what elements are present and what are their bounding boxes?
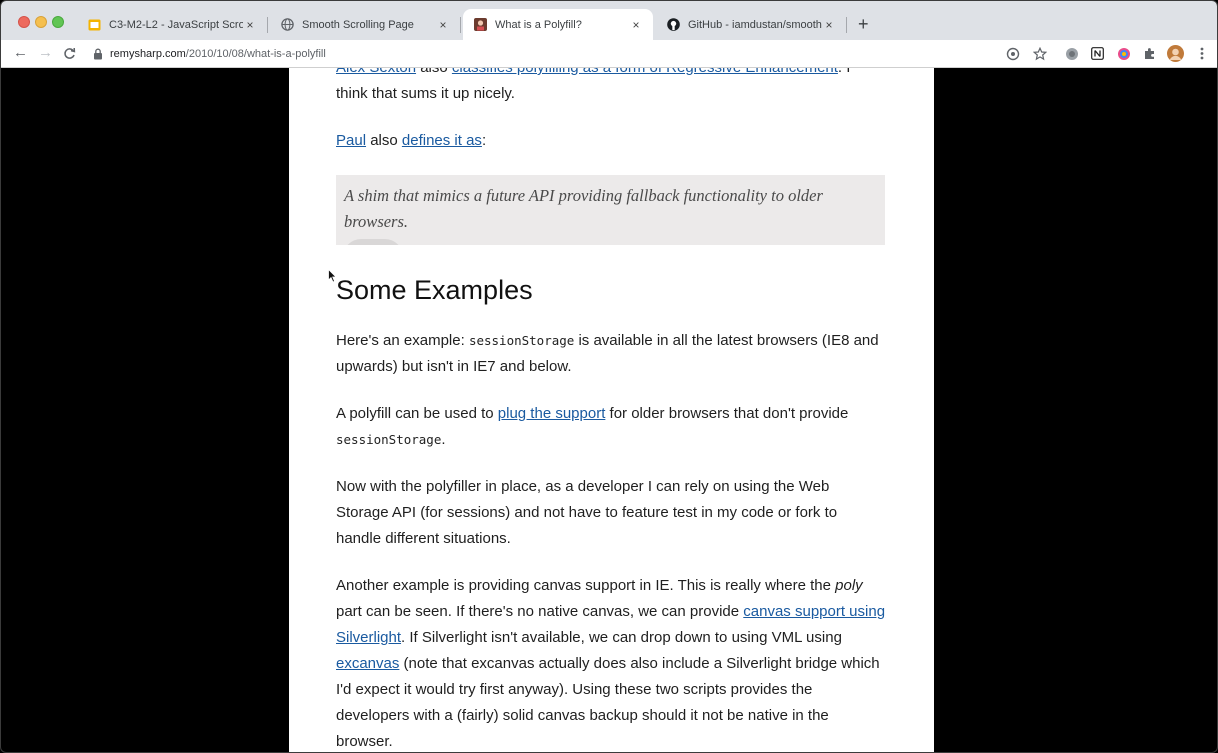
quote-mark-icon bbox=[343, 239, 403, 245]
browser-window: C3-M2-L2 - JavaScript Scroll E × Smooth … bbox=[0, 0, 1218, 753]
close-tab-icon[interactable]: × bbox=[243, 18, 257, 32]
text: A polyfill can be used to bbox=[336, 405, 498, 422]
link-alex-sexton[interactable]: Alex Sexton bbox=[336, 68, 416, 76]
close-tab-icon[interactable]: × bbox=[629, 18, 643, 32]
section-heading: Some Examples bbox=[336, 275, 533, 305]
browser-toolbar: ← → remysharp.com/2010/10/08/what-is-a-p… bbox=[1, 40, 1217, 68]
close-tab-icon[interactable]: × bbox=[436, 18, 450, 32]
mouse-pointer-icon bbox=[328, 269, 337, 283]
link-defines-it-as[interactable]: defines it as bbox=[402, 132, 482, 149]
browser-menu-icon[interactable] bbox=[1194, 46, 1209, 61]
text: . bbox=[441, 431, 446, 448]
slides-icon bbox=[87, 18, 101, 32]
forward-icon[interactable]: → bbox=[38, 45, 53, 61]
close-tab-icon[interactable]: × bbox=[822, 18, 836, 32]
github-icon bbox=[666, 18, 680, 32]
tab-what-is-a-polyfill[interactable]: What is a Polyfill? × bbox=[463, 9, 653, 40]
text: . If Silverlight isn't available, we can… bbox=[401, 629, 842, 646]
color-picker-extension-icon[interactable] bbox=[1116, 46, 1131, 61]
paragraph-canvas: Another example is providing canvas supp… bbox=[336, 573, 886, 752]
web-page: Alex Sexton also classifies polyfilling … bbox=[289, 68, 934, 752]
new-tab-button[interactable]: + bbox=[858, 15, 869, 33]
zoom-window-button[interactable] bbox=[52, 16, 64, 28]
tab-title: Smooth Scrolling Page bbox=[302, 18, 414, 31]
link-regressive-enhancement[interactable]: classifies polyfilling as a form of Regr… bbox=[452, 68, 838, 76]
text: for older browsers that don't provide bbox=[605, 405, 849, 422]
paragraph-paul: Paul also defines it as: bbox=[336, 128, 886, 154]
reload-icon[interactable] bbox=[63, 45, 76, 64]
link-plug-the-support[interactable]: plug the support bbox=[498, 405, 606, 422]
text: Another example is providing canvas supp… bbox=[336, 577, 836, 594]
extensions-puzzle-icon[interactable] bbox=[1142, 46, 1157, 61]
link-excanvas[interactable]: excanvas bbox=[336, 655, 399, 672]
globe-icon bbox=[280, 18, 294, 32]
url-path: /2010/10/08/what-is-a-polyfill bbox=[185, 48, 326, 60]
blockquote: A shim that mimics a future API providin… bbox=[336, 175, 885, 245]
back-icon[interactable]: ← bbox=[13, 45, 28, 61]
tab-strip: C3-M2-L2 - JavaScript Scroll E × Smooth … bbox=[1, 1, 1217, 40]
site-favicon bbox=[473, 18, 487, 32]
tab-title: GitHub - iamdustan/smoothscr bbox=[688, 18, 822, 31]
extension-grey-icon[interactable] bbox=[1064, 46, 1079, 61]
bookmark-star-icon[interactable] bbox=[1032, 46, 1047, 61]
code-session-storage: sessionStorage bbox=[468, 333, 575, 348]
paragraph-polyfiller: Now with the polyfiller in place, as a d… bbox=[336, 478, 838, 547]
paragraph-intro: Alex Sexton also classifies polyfilling … bbox=[336, 68, 886, 107]
minimize-window-button[interactable] bbox=[35, 16, 47, 28]
text: also bbox=[366, 132, 402, 149]
text: Here's an example: bbox=[336, 332, 469, 349]
text: also bbox=[416, 68, 452, 76]
google-lens-icon[interactable] bbox=[1005, 46, 1020, 61]
paragraph-session-storage: Here's an example: sessionStorage is ava… bbox=[336, 328, 886, 380]
text: part can be seen. If there's no native c… bbox=[336, 603, 744, 620]
paragraph-polyfill-plug: A polyfill can be used to plug the suppo… bbox=[336, 401, 886, 453]
quote-text: A shim that mimics a future API providin… bbox=[344, 186, 823, 231]
text: (note that excanvas actually does also i… bbox=[336, 655, 880, 750]
address-bar[interactable]: remysharp.com/2010/10/08/what-is-a-polyf… bbox=[93, 43, 998, 65]
tab-title: C3-M2-L2 - JavaScript Scroll E bbox=[109, 18, 243, 31]
text: . I bbox=[838, 68, 851, 76]
profile-avatar[interactable] bbox=[1167, 45, 1184, 62]
code-session-storage: sessionStorage bbox=[336, 432, 442, 447]
article-body: Alex Sexton also classifies polyfilling … bbox=[336, 68, 886, 752]
url-host: remysharp.com bbox=[110, 48, 186, 60]
tab-smooth-scrolling[interactable]: Smooth Scrolling Page × bbox=[270, 9, 461, 40]
tab-title: What is a Polyfill? bbox=[495, 18, 582, 31]
emphasis-poly: poly bbox=[835, 577, 863, 594]
link-paul[interactable]: Paul bbox=[336, 132, 366, 149]
tab-slides[interactable]: C3-M2-L2 - JavaScript Scroll E × bbox=[77, 9, 268, 40]
close-window-button[interactable] bbox=[18, 16, 30, 28]
text: : bbox=[481, 132, 487, 149]
notion-extension-icon[interactable] bbox=[1090, 46, 1105, 61]
text: think that sums it up nicely. bbox=[336, 85, 515, 102]
tab-github[interactable]: GitHub - iamdustan/smoothscr × bbox=[656, 9, 847, 40]
lock-icon[interactable] bbox=[93, 48, 103, 60]
